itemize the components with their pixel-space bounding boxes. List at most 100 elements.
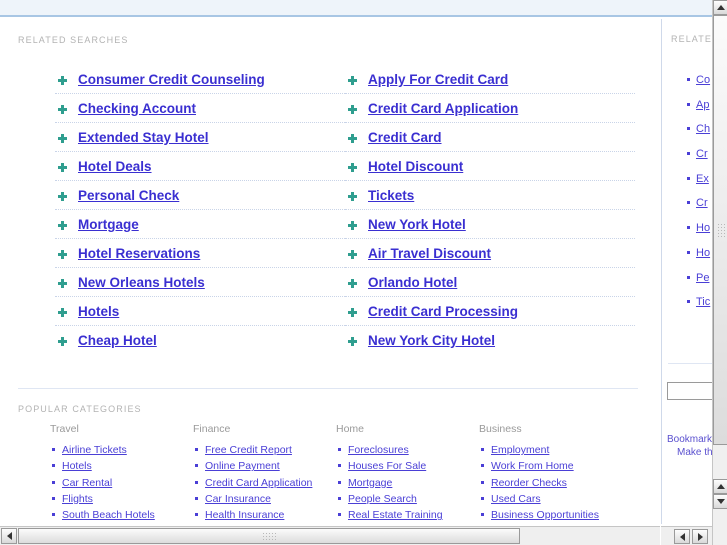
related-search-link[interactable]: New Orleans Hotels: [78, 275, 205, 290]
category-link[interactable]: Real Estate Training: [348, 509, 443, 521]
side-list-item[interactable]: Ap: [685, 92, 712, 117]
category-link[interactable]: Business Opportunities: [491, 509, 599, 521]
category-link[interactable]: Health Insurance: [205, 509, 284, 521]
related-search-item[interactable]: Hotel Reservations: [55, 239, 345, 268]
related-search-link[interactable]: Hotel Reservations: [78, 246, 200, 261]
related-search-item[interactable]: Cheap Hotel: [55, 326, 345, 355]
side-list-item[interactable]: Cr: [685, 141, 712, 166]
related-search-item[interactable]: New York Hotel: [345, 210, 635, 239]
related-search-item[interactable]: Credit Card: [345, 123, 635, 152]
side-list-item[interactable]: Pe: [685, 265, 712, 290]
list-item[interactable]: Mortgage: [336, 474, 479, 490]
related-search-item[interactable]: Hotel Discount: [345, 152, 635, 181]
bookmark-link[interactable]: Bookmark: [667, 434, 712, 445]
list-item[interactable]: Employment: [479, 441, 622, 457]
category-link[interactable]: Employment: [491, 444, 549, 456]
category-link[interactable]: Houses For Sale: [348, 460, 426, 472]
list-item[interactable]: Car Insurance: [193, 490, 336, 506]
side-related-link[interactable]: Tic: [696, 296, 710, 308]
related-search-item[interactable]: Credit Card Processing: [345, 297, 635, 326]
list-item[interactable]: Houses For Sale: [336, 457, 479, 473]
side-related-link[interactable]: Pe: [696, 272, 709, 284]
side-related-link[interactable]: Ch: [696, 123, 710, 135]
page-vertical-scrollbar[interactable]: [712, 0, 727, 545]
list-item[interactable]: Reorder Checks: [479, 474, 622, 490]
related-search-link[interactable]: Hotel Deals: [78, 159, 152, 174]
list-item[interactable]: Car Rental: [50, 474, 193, 490]
side-list-item[interactable]: Co: [685, 67, 712, 92]
related-search-link[interactable]: Credit Card Application: [368, 101, 518, 116]
list-item[interactable]: Flights: [50, 490, 193, 506]
list-item[interactable]: Credit Card Application: [193, 474, 336, 490]
list-item[interactable]: Online Payment: [193, 457, 336, 473]
scroll-down-button[interactable]: [713, 494, 727, 509]
related-search-link[interactable]: Mortgage: [78, 217, 139, 232]
side-related-link[interactable]: Ex: [696, 173, 709, 185]
main-horizontal-scroll-thumb[interactable]: [18, 528, 520, 544]
category-link[interactable]: Online Payment: [205, 460, 280, 472]
related-search-link[interactable]: New York City Hotel: [368, 333, 495, 348]
list-item[interactable]: Work From Home: [479, 457, 622, 473]
related-search-item[interactable]: Orlando Hotel: [345, 268, 635, 297]
side-list-item[interactable]: Ex: [685, 166, 712, 191]
related-search-link[interactable]: Credit Card Processing: [368, 304, 518, 319]
list-item[interactable]: Used Cars: [479, 490, 622, 506]
related-search-link[interactable]: Credit Card: [368, 130, 442, 145]
category-link[interactable]: Car Insurance: [205, 493, 271, 505]
related-search-item[interactable]: Credit Card Application: [345, 94, 635, 123]
related-search-item[interactable]: Tickets: [345, 181, 635, 210]
category-link[interactable]: Credit Card Application: [205, 477, 312, 489]
side-list-item[interactable]: Tic: [685, 289, 712, 314]
related-search-link[interactable]: Air Travel Discount: [368, 246, 491, 261]
side-related-link[interactable]: Co: [696, 74, 710, 86]
side-horizontal-scrollbar[interactable]: [661, 526, 712, 545]
list-item[interactable]: Health Insurance: [193, 506, 336, 522]
category-link[interactable]: Airline Tickets: [62, 444, 127, 456]
list-item[interactable]: People Search: [336, 490, 479, 506]
side-related-link[interactable]: Ho: [696, 222, 710, 234]
side-scroll-right-button[interactable]: [692, 529, 708, 544]
side-list-item[interactable]: Cr: [685, 190, 712, 215]
related-search-item[interactable]: Mortgage: [55, 210, 345, 239]
related-search-link[interactable]: Consumer Credit Counseling: [78, 72, 265, 87]
related-search-item[interactable]: Checking Account: [55, 94, 345, 123]
related-search-link[interactable]: Personal Check: [78, 188, 179, 203]
list-item[interactable]: Airline Tickets: [50, 441, 193, 457]
related-search-link[interactable]: Apply For Credit Card: [368, 72, 508, 87]
related-search-item[interactable]: Hotel Deals: [55, 152, 345, 181]
side-related-link[interactable]: Ho: [696, 247, 710, 259]
related-search-link[interactable]: Checking Account: [78, 101, 196, 116]
scroll-left-button[interactable]: [1, 528, 17, 544]
category-link[interactable]: Hotels: [62, 460, 92, 472]
side-related-link[interactable]: Cr: [696, 148, 708, 160]
category-link[interactable]: Mortgage: [348, 477, 392, 489]
side-related-link[interactable]: Ap: [696, 99, 709, 111]
related-search-item[interactable]: New York City Hotel: [345, 326, 635, 355]
side-scroll-left-button[interactable]: [674, 529, 690, 544]
related-search-item[interactable]: Consumer Credit Counseling: [55, 65, 345, 94]
side-footer-links[interactable]: Bookmark Make this: [667, 433, 712, 459]
category-link[interactable]: Work From Home: [491, 460, 574, 472]
side-list-item[interactable]: Ch: [685, 116, 712, 141]
list-item[interactable]: Hotels: [50, 457, 193, 473]
category-link[interactable]: Car Rental: [62, 477, 112, 489]
related-search-link[interactable]: Orlando Hotel: [368, 275, 457, 290]
related-search-link[interactable]: Tickets: [368, 188, 414, 203]
related-search-item[interactable]: Personal Check: [55, 181, 345, 210]
side-list-item[interactable]: Ho: [685, 240, 712, 265]
scroll-up-button[interactable]: [713, 0, 727, 15]
category-link[interactable]: Free Credit Report: [205, 444, 292, 456]
related-search-item[interactable]: Apply For Credit Card: [345, 65, 635, 94]
side-list-item[interactable]: Ho: [685, 215, 712, 240]
category-link[interactable]: Reorder Checks: [491, 477, 567, 489]
category-link[interactable]: Flights: [62, 493, 93, 505]
related-search-link[interactable]: New York Hotel: [368, 217, 466, 232]
list-item[interactable]: Foreclosures: [336, 441, 479, 457]
related-search-link[interactable]: Extended Stay Hotel: [78, 130, 209, 145]
list-item[interactable]: Free Credit Report: [193, 441, 336, 457]
category-link[interactable]: South Beach Hotels: [62, 509, 155, 521]
list-item[interactable]: Real Estate Training: [336, 506, 479, 522]
category-link[interactable]: People Search: [348, 493, 417, 505]
category-link[interactable]: Used Cars: [491, 493, 541, 505]
list-item[interactable]: Business Opportunities: [479, 506, 622, 522]
